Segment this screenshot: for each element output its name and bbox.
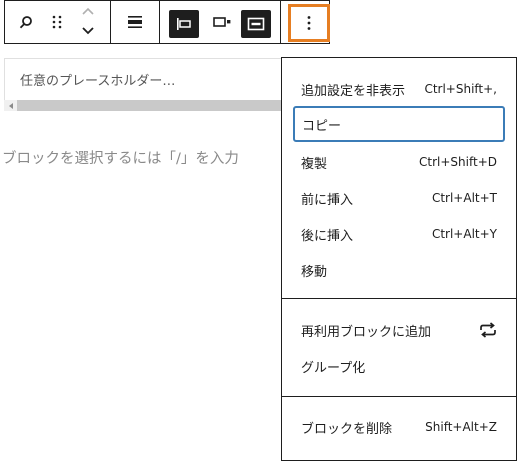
block-toolbar (4, 0, 330, 44)
menu-item-label: 前に挿入 (301, 192, 354, 208)
placeholder-text: 任意のプレースホルダー… (20, 74, 176, 89)
menu-item-label: コピー (302, 118, 342, 134)
menu-item-shortcut: Ctrl+Alt+Y (431, 227, 497, 241)
block-inserter-prompt[interactable]: ブロックを選択するには「/」を入力 (2, 147, 239, 168)
menu-divider (282, 396, 516, 397)
align-icon[interactable] (123, 1, 147, 43)
menu-item-insert-before[interactable]: 前に挿入 Ctrl+Alt+T (293, 180, 505, 216)
more-options-icon (307, 16, 311, 30)
more-options-button[interactable] (288, 4, 330, 42)
horizontal-scrollbar[interactable] (4, 100, 294, 111)
menu-item-label: 後に挿入 (301, 228, 354, 244)
toolbar-separator (280, 1, 281, 43)
reusable-block-icon (480, 322, 496, 338)
menu-item-hide-settings[interactable]: 追加設定を非表示 Ctrl+Shift+, (293, 71, 505, 107)
search-icon[interactable] (15, 1, 37, 43)
menu-item-label: グループ化 (301, 360, 366, 376)
menu-item-label: ブロックを削除 (301, 421, 393, 437)
menu-item-shortcut: Ctrl+Shift+, (424, 82, 497, 96)
menu-item-label: 再利用ブロックに追加 (301, 324, 432, 340)
justify-left-icon (169, 10, 199, 38)
move-up-icon[interactable] (77, 1, 99, 21)
justify-center-icon[interactable] (209, 1, 235, 43)
menu-item-label: 複製 (301, 156, 328, 172)
move-down-icon[interactable] (77, 21, 99, 41)
menu-item-duplicate[interactable]: 複製 Ctrl+Shift+D (293, 144, 505, 180)
toolbar-separator (159, 1, 160, 43)
scroll-left-arrow-icon[interactable] (4, 100, 17, 111)
menu-item-shortcut: Ctrl+Shift+D (419, 155, 497, 169)
toolbar-separator (110, 1, 111, 43)
drag-handle-icon[interactable] (47, 1, 67, 43)
menu-item-insert-after[interactable]: 後に挿入 Ctrl+Alt+Y (293, 216, 505, 252)
menu-item-move[interactable]: 移動 (293, 252, 505, 288)
menu-item-label: 追加設定を非表示 (301, 83, 406, 99)
menu-item-label: 移動 (301, 264, 328, 280)
justify-space-button[interactable] (241, 10, 271, 38)
justify-space-icon (241, 10, 271, 38)
menu-item-shortcut: Shift+Alt+Z (425, 420, 497, 434)
menu-item-group[interactable]: グループ化 (293, 348, 505, 384)
menu-item-remove-block[interactable]: ブロックを削除 Shift+Alt+Z (293, 409, 505, 445)
text-block[interactable]: 任意のプレースホルダー… (4, 58, 294, 100)
menu-divider (282, 298, 516, 299)
menu-item-shortcut: Ctrl+Alt+T (431, 191, 497, 205)
menu-item-copy[interactable]: コピー (293, 106, 505, 142)
block-options-menu: 追加設定を非表示 Ctrl+Shift+, コピー 複製 Ctrl+Shift+… (281, 57, 517, 461)
justify-left-button[interactable] (169, 10, 199, 38)
menu-item-add-reusable[interactable]: 再利用ブロックに追加 (293, 312, 505, 348)
editor-canvas: 任意のプレースホルダー… ブロックを選択するには「/」を入力 追加設定を非表示 … (0, 0, 520, 464)
